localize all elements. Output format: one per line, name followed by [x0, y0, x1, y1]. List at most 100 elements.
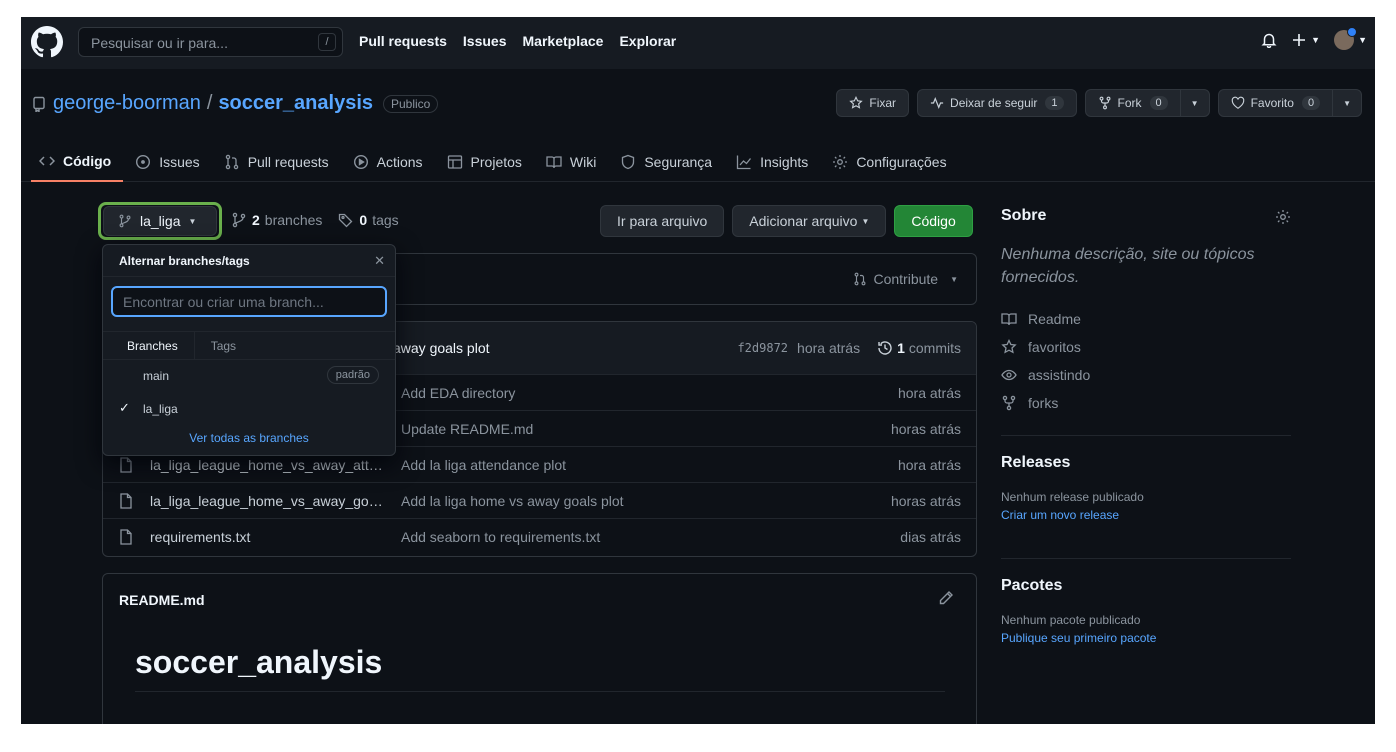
branch-filter-field[interactable]: [111, 286, 387, 317]
tab-pull-requests[interactable]: Pull requests: [216, 142, 341, 182]
repo-actions: Fixar Deixar de seguir 1 Fork 0 ▼ Favori…: [836, 89, 1362, 117]
branch-item-la-liga[interactable]: ✓ la_liga: [103, 393, 395, 425]
branch-icon: [119, 214, 131, 228]
fork-button[interactable]: Fork 0 ▼: [1084, 89, 1210, 117]
commit-sha[interactable]: f2d9872: [737, 341, 788, 355]
file-age: hora atrás: [897, 457, 961, 473]
branch-dropdown-title: Alternar branches/tags: [119, 254, 250, 268]
stars-link[interactable]: favoritos: [1001, 333, 1291, 361]
eye-icon: [1001, 369, 1017, 381]
file-age: horas atrás: [890, 493, 961, 509]
current-branch-label: la_liga: [140, 213, 181, 229]
pencil-icon[interactable]: [938, 590, 954, 606]
forks-link-label: forks: [1028, 395, 1059, 411]
nav-pull-requests[interactable]: Pull requests: [359, 33, 447, 49]
user-menu[interactable]: ▼: [1334, 27, 1367, 50]
chevron-down-icon: ▼: [1311, 35, 1321, 45]
branches-link[interactable]: 2 branches: [231, 212, 322, 228]
repo-owner-link[interactable]: george-boorman: [53, 92, 201, 115]
tags-link[interactable]: 0 tags: [338, 212, 399, 228]
forks-link[interactable]: forks: [1001, 389, 1291, 417]
packages-section: Pacotes Nenhum pacote publicado Publique…: [1001, 558, 1291, 645]
pull-request-icon: [855, 272, 866, 286]
tab-tags[interactable]: Tags: [195, 332, 252, 359]
tab-projects-label: Projetos: [470, 154, 522, 170]
file-name[interactable]: la_liga_league_home_vs_away_goals: [150, 493, 386, 509]
add-file-label: Adicionar arquivo: [749, 213, 858, 229]
file-actions: Ir para arquivo Adicionar arquivo ▼ Códig…: [600, 205, 973, 237]
file-commit-message[interactable]: Update README.md: [401, 421, 533, 437]
releases-title[interactable]: Releases: [1001, 454, 1291, 472]
branch-filter-input[interactable]: [113, 288, 385, 315]
file-commit-message[interactable]: Add EDA directory: [401, 385, 515, 401]
repo-icon: [33, 96, 45, 112]
commits-link[interactable]: 1 commits: [877, 340, 961, 356]
view-all-branches-link[interactable]: Ver todas as branches: [103, 431, 395, 445]
publish-package-link[interactable]: Publique seu primeiro pacote: [1001, 631, 1291, 645]
create-new-menu[interactable]: ▼: [1291, 32, 1320, 48]
code-button[interactable]: Código: [894, 205, 973, 237]
tab-issues[interactable]: Issues: [127, 142, 211, 182]
visibility-badge: Publico: [383, 94, 439, 113]
repo-header: george-boorman / soccer_analysis Publico…: [21, 69, 1375, 182]
nav-issues[interactable]: Issues: [463, 33, 507, 49]
bell-icon[interactable]: [1261, 32, 1277, 48]
tab-actions-label: Actions: [376, 154, 423, 170]
chevron-down-icon[interactable]: ▼: [1179, 90, 1209, 116]
branch-dropdown: Alternar branches/tags ✕ Branches Tags m…: [102, 244, 396, 456]
tab-security-label: Segurança: [644, 154, 713, 170]
search-placeholder: Pesquisar ou ir para...: [91, 35, 228, 51]
global-nav: Pull requests Issues Marketplace Explora…: [359, 33, 676, 49]
tab-actions[interactable]: Actions: [345, 142, 435, 182]
graph-icon: [736, 155, 752, 170]
file-commit-message[interactable]: Add la liga home vs away goals plot: [401, 493, 624, 509]
nav-marketplace[interactable]: Marketplace: [523, 33, 604, 49]
tab-branches[interactable]: Branches: [103, 332, 195, 359]
readme-link[interactable]: Readme: [1001, 305, 1291, 333]
plus-icon: [1293, 34, 1306, 46]
watchers-link[interactable]: assistindo: [1001, 361, 1291, 389]
add-file-button[interactable]: Adicionar arquivo ▼: [732, 205, 887, 237]
file-name[interactable]: requirements.txt: [150, 529, 386, 545]
table-row[interactable]: la_liga_league_home_vs_away_goals Add la…: [103, 483, 976, 519]
file-name[interactable]: la_liga_league_home_vs_away_attendance: [150, 457, 386, 473]
branch-select-button[interactable]: la_liga ▼: [103, 206, 217, 236]
watchers-link-label: assistindo: [1028, 367, 1091, 383]
github-logo-icon[interactable]: [31, 26, 63, 58]
tab-wiki[interactable]: Wiki: [538, 142, 608, 182]
tab-projects[interactable]: Projetos: [439, 142, 534, 182]
packages-title[interactable]: Pacotes: [1001, 577, 1291, 595]
file-commit-message[interactable]: Add seaborn to requirements.txt: [401, 529, 600, 545]
tags-count: 0: [359, 212, 368, 228]
fork-icon: [1002, 395, 1016, 411]
latest-commit-message[interactable]: away goals plot: [393, 340, 490, 356]
gear-icon[interactable]: [1275, 209, 1291, 225]
about-description: Nenhuma descrição, site ou tópicos forne…: [1001, 246, 1255, 286]
go-to-file-button[interactable]: Ir para arquivo: [600, 205, 725, 237]
unwatch-button[interactable]: Deixar de seguir 1: [917, 89, 1077, 117]
go-to-file-label: Ir para arquivo: [617, 213, 708, 229]
chevron-down-icon[interactable]: ▼: [1332, 90, 1361, 116]
nav-explore[interactable]: Explorar: [619, 33, 676, 49]
star-button[interactable]: Favorito 0 ▼: [1217, 89, 1362, 117]
tab-wiki-label: Wiki: [569, 154, 597, 170]
tab-security[interactable]: Segurança: [612, 142, 724, 182]
readme-filename[interactable]: README.md: [119, 592, 205, 608]
about-links: Readme favoritos assistindo forks: [1001, 305, 1291, 417]
branch-item-main[interactable]: main padrão: [103, 360, 395, 392]
close-icon[interactable]: ✕: [374, 253, 385, 269]
chevron-down-icon: ▼: [861, 216, 870, 226]
play-icon: [353, 154, 368, 170]
search-input[interactable]: Pesquisar ou ir para... /: [78, 27, 343, 57]
file-icon: [120, 529, 132, 545]
table-row[interactable]: requirements.txt Add seaborn to requirem…: [103, 519, 976, 555]
file-commit-message[interactable]: Add la liga attendance plot: [401, 457, 566, 473]
tab-insights[interactable]: Insights: [728, 142, 820, 182]
tab-settings[interactable]: Configurações: [824, 142, 958, 182]
repo-name-link[interactable]: soccer_analysis: [218, 92, 373, 115]
tab-code[interactable]: Código: [31, 142, 124, 182]
create-release-link[interactable]: Criar um novo release: [1001, 508, 1291, 522]
pin-button[interactable]: Fixar: [836, 89, 910, 117]
commit-age: hora atrás: [797, 340, 861, 356]
contribute-button[interactable]: Contribute ▼: [853, 271, 958, 287]
